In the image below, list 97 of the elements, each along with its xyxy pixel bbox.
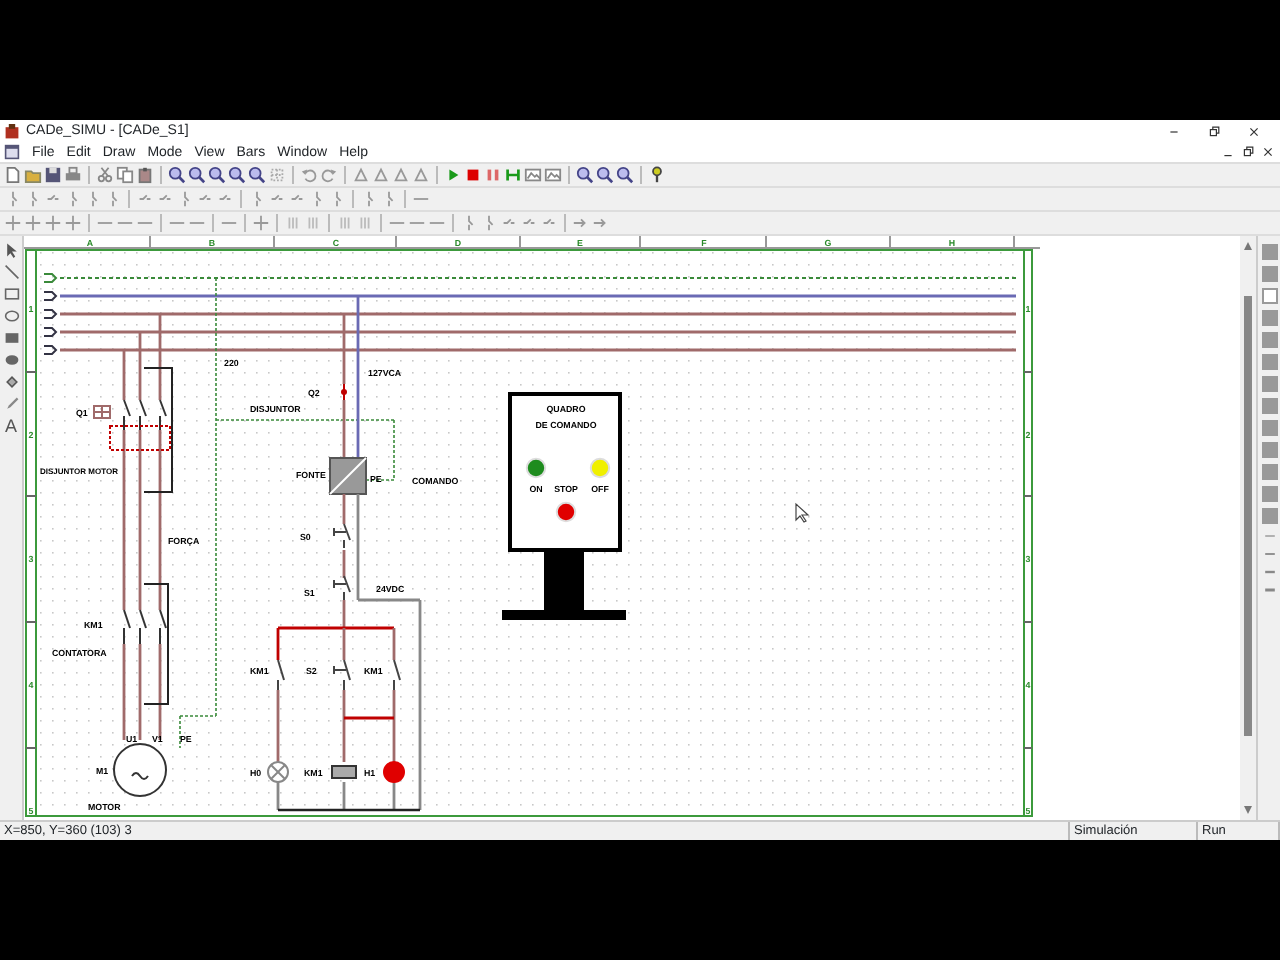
palette-swatch[interactable] <box>1261 508 1277 524</box>
zoom-icon[interactable] <box>596 166 614 184</box>
indicator-light[interactable] <box>525 457 547 479</box>
palette-swatch[interactable] <box>1261 332 1277 348</box>
zoom-icon[interactable] <box>188 166 206 184</box>
wire <box>122 350 126 400</box>
zoom-icon[interactable] <box>616 166 634 184</box>
vertical-scrollbar[interactable] <box>1240 236 1256 820</box>
zoom-icon[interactable] <box>228 166 246 184</box>
wire <box>138 332 142 400</box>
undo-icon[interactable] <box>300 166 318 184</box>
junction-icon[interactable] <box>4 214 22 232</box>
scroll-down-icon[interactable] <box>1242 804 1254 816</box>
palette-swatch[interactable] <box>1261 310 1277 326</box>
palette-swatch[interactable] <box>1261 266 1277 282</box>
wire <box>342 314 346 384</box>
circuit-breaker-symbol <box>109 399 171 451</box>
linkage-frame <box>143 367 173 493</box>
close-icon[interactable] <box>1248 125 1260 137</box>
wire <box>276 690 280 762</box>
scissors-icon[interactable] <box>96 166 114 184</box>
pen-icon[interactable] <box>3 396 19 412</box>
clipboard-icon[interactable] <box>136 166 154 184</box>
linkage-frame <box>143 583 169 705</box>
wire <box>158 314 162 400</box>
palette-swatch[interactable] <box>1261 376 1277 392</box>
palette-swatch[interactable] <box>1261 354 1277 370</box>
wire <box>158 644 162 740</box>
line-icon[interactable] <box>3 264 19 280</box>
coil-symbol <box>331 765 357 779</box>
copy-icon[interactable] <box>116 166 134 184</box>
contact-symbol <box>277 659 285 691</box>
wire <box>342 550 346 578</box>
fuse-symbol <box>341 383 347 401</box>
pointer-icon[interactable] <box>3 242 19 258</box>
panel-post <box>544 552 584 610</box>
vertical-lines-icon[interactable] <box>336 214 354 232</box>
filled-ellipse-icon[interactable] <box>3 352 19 368</box>
document-icon <box>4 144 20 160</box>
stop-icon[interactable] <box>464 166 482 184</box>
scroll-thumb[interactable] <box>1244 296 1252 736</box>
pause-icon[interactable] <box>484 166 502 184</box>
power-supply-symbol <box>329 457 367 495</box>
palette-swatch[interactable] <box>1261 486 1277 502</box>
contact-symbol <box>393 659 401 691</box>
image-icon[interactable] <box>524 166 542 184</box>
wire <box>276 782 280 810</box>
wire <box>342 494 346 524</box>
pushbutton-symbol <box>333 659 351 691</box>
junction-icon[interactable] <box>44 214 62 232</box>
palette-swatch[interactable] <box>1261 288 1277 304</box>
arrow-icon[interactable] <box>572 214 590 232</box>
filled-rectangle-icon[interactable] <box>3 330 19 346</box>
cursor-icon <box>795 502 810 523</box>
arrow-icon[interactable] <box>592 214 610 232</box>
image-icon[interactable] <box>544 166 562 184</box>
wire <box>138 644 142 740</box>
motor-symbol <box>113 743 167 797</box>
zoom-icon[interactable] <box>576 166 594 184</box>
vertical-lines-icon[interactable] <box>284 214 302 232</box>
text-tool[interactable]: A <box>4 418 17 436</box>
printer-icon[interactable] <box>64 166 82 184</box>
help-icon[interactable] <box>648 166 666 184</box>
ellipse-icon[interactable] <box>3 308 19 324</box>
redo-icon[interactable] <box>320 166 338 184</box>
vertical-lines-icon[interactable] <box>304 214 322 232</box>
palette-swatch[interactable] <box>1261 244 1277 260</box>
app-icon <box>4 123 20 139</box>
indicator-light[interactable] <box>555 501 577 523</box>
close-icon[interactable] <box>1262 146 1274 158</box>
handle-symbol <box>93 405 111 419</box>
scroll-up-icon[interactable] <box>1242 240 1254 252</box>
wire <box>342 782 346 810</box>
junction-icon[interactable] <box>252 214 270 232</box>
restore-icon[interactable] <box>1242 146 1254 158</box>
rectangle-icon[interactable] <box>3 286 19 302</box>
wire <box>342 400 346 458</box>
wire <box>122 644 126 740</box>
vertical-lines-icon[interactable] <box>356 214 374 232</box>
palette-swatch[interactable] <box>1261 420 1277 436</box>
palette-swatch[interactable] <box>1261 442 1277 458</box>
palette-swatch[interactable] <box>1261 398 1277 414</box>
pushbutton-symbol <box>333 575 351 601</box>
zoom-icon[interactable] <box>208 166 226 184</box>
palette-swatch[interactable] <box>1261 464 1277 480</box>
zoom-icon[interactable] <box>248 166 266 184</box>
wire <box>392 782 396 810</box>
panel-base <box>502 610 626 620</box>
zoom-icon[interactable] <box>168 166 186 184</box>
junction-icon[interactable] <box>24 214 42 232</box>
control-wire <box>278 808 420 812</box>
restore-icon[interactable] <box>1208 125 1220 137</box>
pushbutton-symbol <box>333 523 351 549</box>
step-icon[interactable] <box>504 166 522 184</box>
save-icon[interactable] <box>44 166 62 184</box>
contactor-contact-symbol <box>123 609 167 645</box>
junction-icon[interactable] <box>64 214 82 232</box>
